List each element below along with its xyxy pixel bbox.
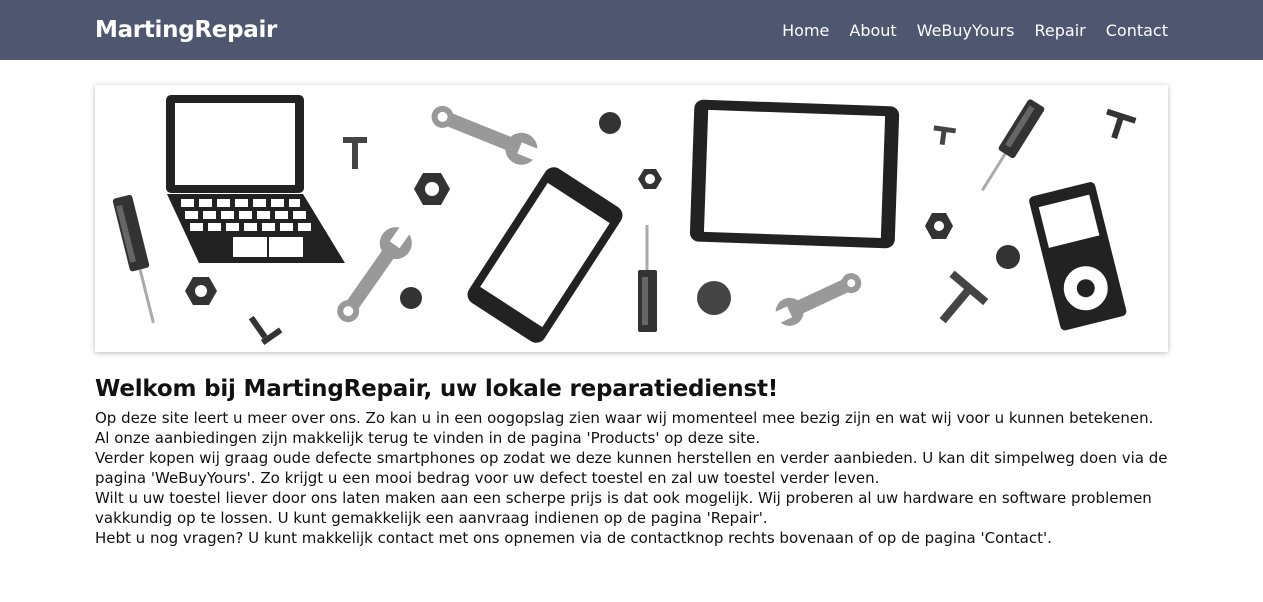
webuyyours-paragraph: Verder kopen wij graag oude defecte smar… xyxy=(95,449,1168,487)
nut-icon xyxy=(638,169,662,189)
nav-link-contact[interactable]: Contact xyxy=(1106,21,1168,40)
nav-link-webuyyours[interactable]: WeBuyYours xyxy=(917,21,1015,40)
screw-head-icon xyxy=(599,112,621,134)
t-screw-icon xyxy=(1106,108,1137,139)
wrench-icon xyxy=(337,223,413,323)
repair-illustration xyxy=(112,95,1137,345)
t-screw-icon xyxy=(939,270,989,324)
screw-head-icon xyxy=(400,287,422,309)
nav-link-about[interactable]: About xyxy=(849,21,896,40)
navbar: MartingRepair Home About WeBuyYours Repa… xyxy=(0,0,1263,60)
wrench-icon xyxy=(431,105,543,165)
brand-logo-link[interactable]: MartingRepair xyxy=(95,17,277,43)
wrench-icon xyxy=(770,273,862,326)
t-screw-icon xyxy=(248,315,283,345)
hero-banner-image xyxy=(95,85,1168,352)
hex-nut-icon xyxy=(414,173,450,205)
screwdriver-icon xyxy=(638,225,657,332)
screw-head-icon xyxy=(697,281,731,315)
screwdriver-icon xyxy=(981,99,1045,192)
screwdriver-icon xyxy=(112,194,155,324)
music-player-icon xyxy=(1029,182,1127,331)
main-content: Welkom bij MartingRepair, uw lokale repa… xyxy=(95,376,1170,548)
smartphone-icon xyxy=(467,167,623,343)
screw-head-icon xyxy=(996,245,1020,269)
t-screw-icon xyxy=(933,125,957,146)
contact-paragraph: Hebt u nog vragen? U kunt makkelijk cont… xyxy=(95,529,1052,547)
main-nav: Home About WeBuyYours Repair Contact xyxy=(782,21,1168,40)
t-screw-icon xyxy=(343,137,367,169)
intro-paragraph: Op deze site leert u meer over ons. Zo k… xyxy=(95,409,1154,447)
tablet-icon xyxy=(689,99,900,249)
nav-link-repair[interactable]: Repair xyxy=(1035,21,1086,40)
hex-nut-icon xyxy=(925,213,953,239)
nav-link-home[interactable]: Home xyxy=(782,21,829,40)
page-heading: Welkom bij MartingRepair, uw lokale repa… xyxy=(95,376,779,402)
laptop-icon xyxy=(166,95,345,263)
repair-paragraph: Wilt u uw toestel liever door ons laten … xyxy=(95,489,1152,527)
nut-icon xyxy=(185,277,217,305)
